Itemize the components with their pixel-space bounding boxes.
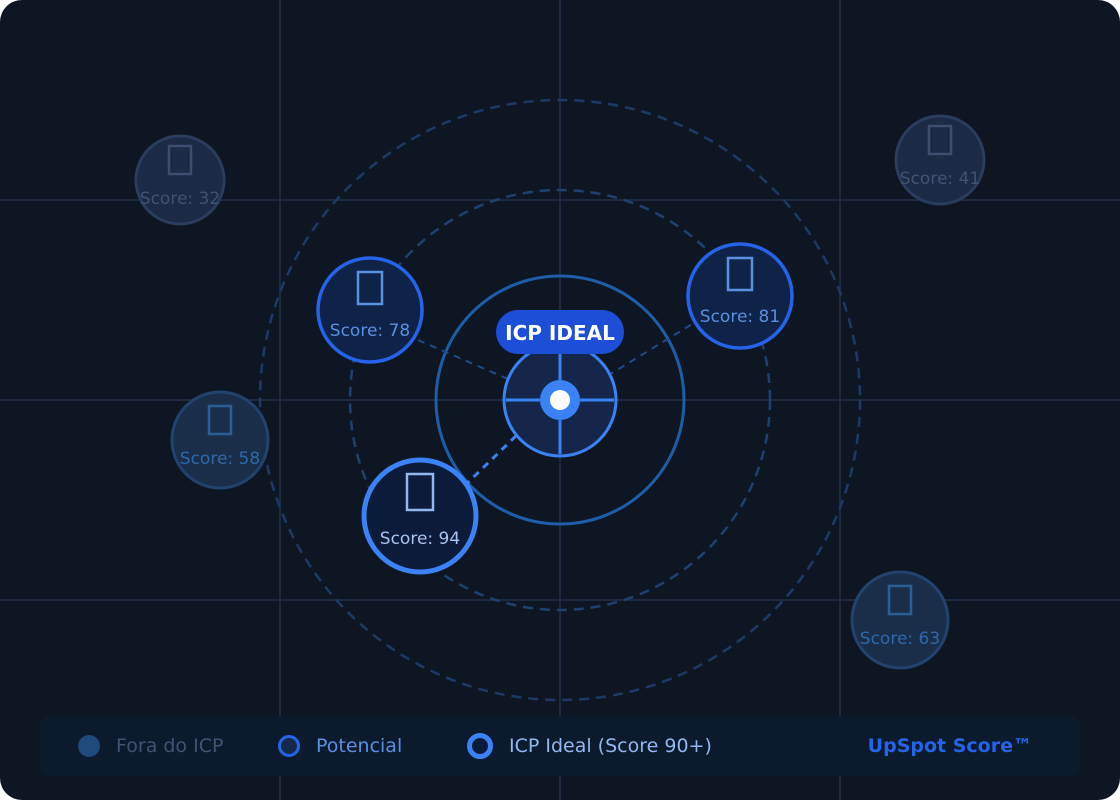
radar-canvas: ICP IDEAL Score: 32 Score: 41 Score: 58	[0, 0, 1120, 800]
legend-label-potential: Potencial	[316, 735, 403, 757]
score-label: Score: 32	[140, 189, 220, 209]
score-label: Score: 81	[700, 307, 780, 327]
legend-item-potential: Potencial	[278, 716, 402, 776]
legend-label-ideal: ICP Ideal (Score 90+)	[509, 735, 712, 757]
company-node[interactable]: Score: 58	[170, 390, 270, 490]
score-label: Score: 63	[860, 629, 940, 649]
brand-label: UpSpot Score™	[867, 735, 1032, 757]
company-node[interactable]: Score: 32	[134, 134, 226, 226]
legend-label-out: Fora do ICP	[116, 735, 224, 757]
score-label: Score: 94	[380, 529, 460, 549]
company-node[interactable]: Score: 94	[361, 457, 479, 575]
icp-radar-panel: ICP IDEAL Score: 32 Score: 41 Score: 58	[0, 0, 1120, 800]
company-node[interactable]: Score: 41	[894, 114, 986, 206]
out-swatch	[78, 735, 100, 757]
score-label: Score: 58	[180, 449, 260, 469]
icp-ideal-label: ICP IDEAL	[505, 321, 615, 345]
company-node[interactable]: Score: 78	[316, 256, 424, 364]
score-label: Score: 41	[900, 169, 980, 189]
icp-target	[502, 342, 618, 458]
legend: Fora do ICP Potencial ICP Ideal (Score 9…	[40, 716, 1080, 776]
potential-swatch	[278, 735, 300, 757]
score-label: Score: 78	[330, 321, 410, 341]
company-node[interactable]: Score: 63	[850, 570, 950, 670]
legend-item-out: Fora do ICP	[78, 716, 223, 776]
company-node[interactable]: Score: 81	[686, 242, 794, 350]
legend-item-ideal: ICP Ideal (Score 90+)	[467, 716, 712, 776]
ideal-swatch	[467, 733, 493, 759]
icp-ideal-badge: ICP IDEAL	[496, 310, 624, 354]
